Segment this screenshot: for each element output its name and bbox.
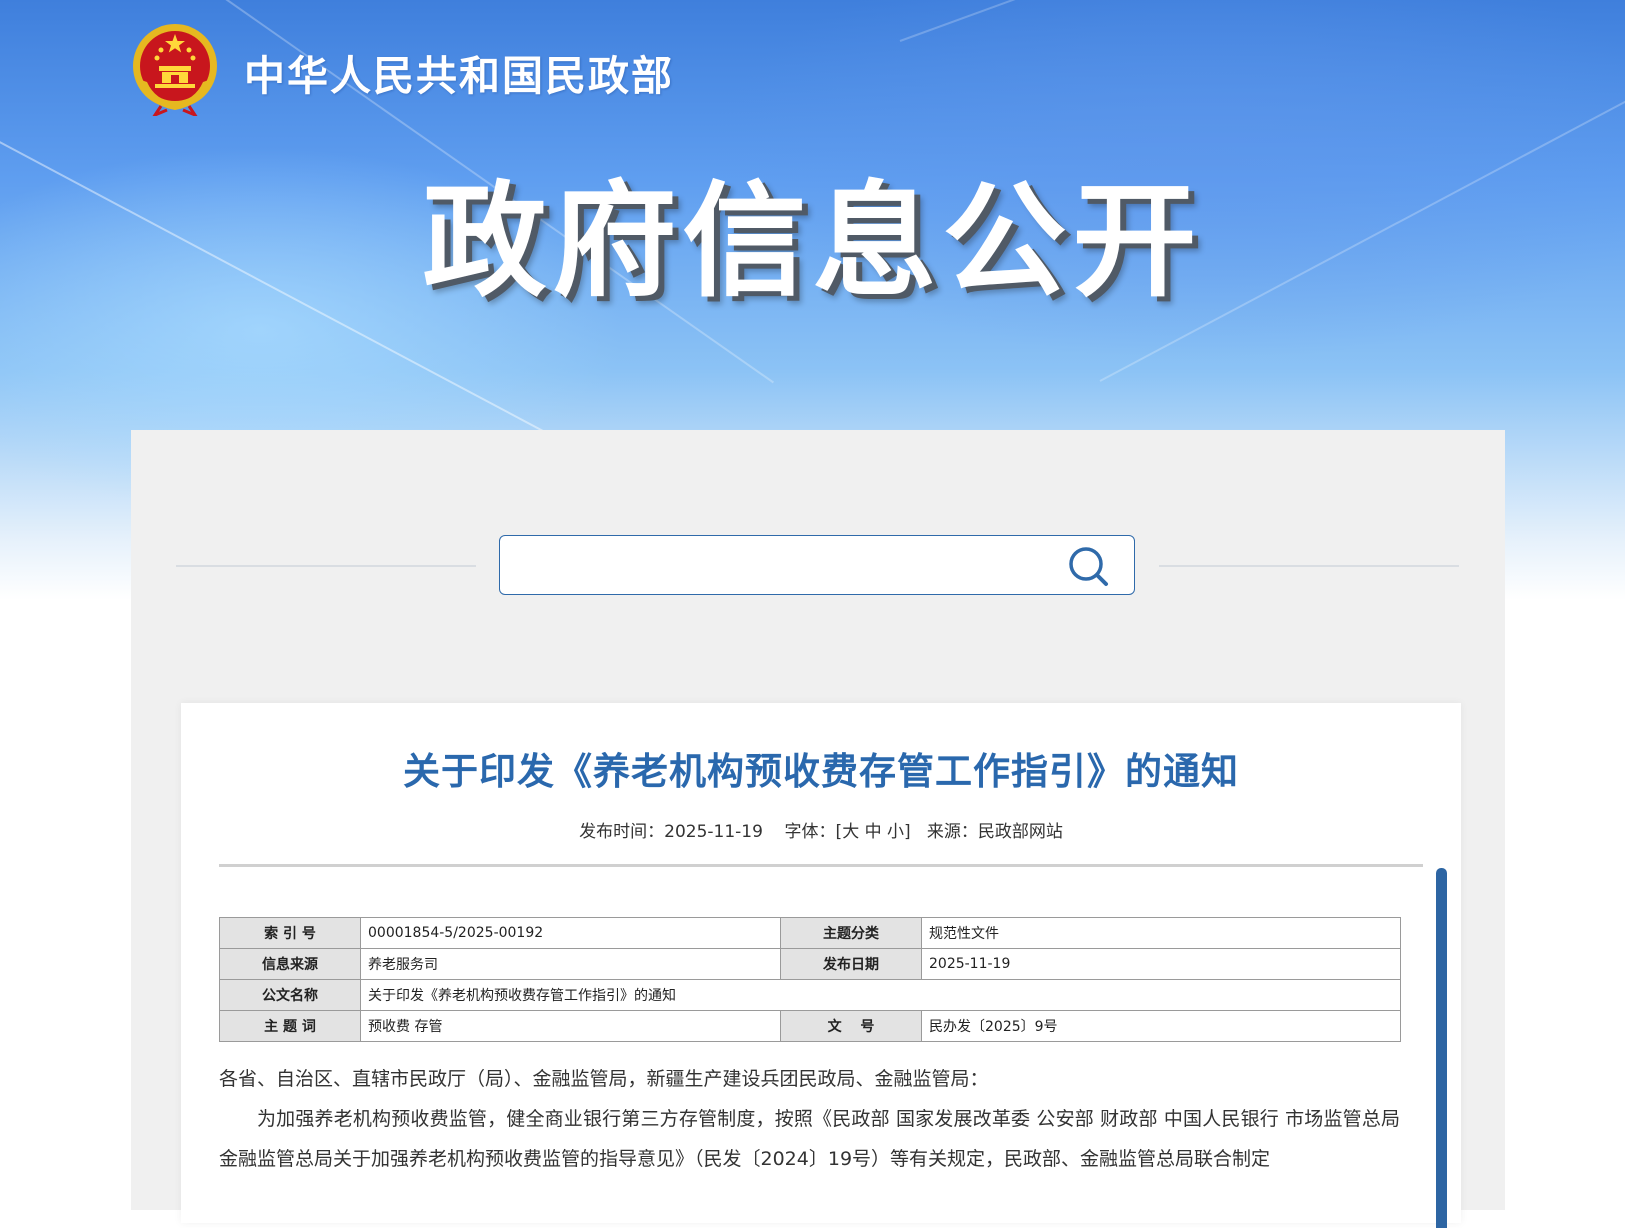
search-divider-right [1159,565,1459,567]
index-number-label: 索 引 号 [219,917,361,949]
search-icon[interactable] [1067,545,1111,589]
scroll-indicator[interactable] [1436,868,1447,1228]
info-source-value: 养老服务司 [360,948,781,980]
search-bar [499,535,1135,595]
document-name-value: 关于印发《养老机构预收费存管工作指引》的通知 [360,979,1401,1011]
article-card: 关于印发《养老机构预收费存管工作指引》的通知 发布时间：2025-11-19 字… [181,703,1461,1228]
search-divider-left [176,565,476,567]
document-name-label: 公文名称 [219,979,361,1011]
info-source-label: 信息来源 [219,948,361,980]
document-number-value: 民办发〔2025〕9号 [921,1010,1401,1042]
font-size-small-button[interactable]: 小 [887,822,904,842]
banner-light-streak [899,0,1625,42]
font-size-medium-button[interactable]: 中 [865,822,882,842]
national-emblem-icon [133,24,217,116]
table-row: 信息来源 养老服务司 发布日期 2025-11-19 [219,948,1401,980]
publish-date-value: 2025-11-19 [921,948,1401,980]
font-size-label: 字体： [784,822,836,842]
table-row: 公文名称 关于印发《养老机构预收费存管工作指引》的通知 [219,979,1401,1011]
font-size-large-button[interactable]: 大 [842,822,859,842]
article-body: 各省、自治区、直辖市民政厅（局）、金融监管局，新疆生产建设兵团民政局、金融监管局… [219,1059,1400,1179]
document-info-table: 索 引 号 00001854-5/2025-00192 主题分类 规范性文件 信… [219,917,1401,1042]
table-row: 主 题 词 预收费 存管 文 号 民办发〔2025〕9号 [219,1010,1401,1042]
body-paragraph: 为加强养老机构预收费监管，健全商业银行第三方存管制度，按照《民政部 国家发展改革… [219,1108,1400,1170]
banner-title: 政府信息公开 [422,170,1203,314]
document-number-label: 文 号 [780,1010,922,1042]
index-number-value: 00001854-5/2025-00192 [360,917,781,949]
font-size-bracket-close: ] [904,822,911,842]
publish-date: 2025-11-19 [664,822,763,842]
salutation: 各省、自治区、直辖市民政厅（局）、金融监管局，新疆生产建设兵团民政局、金融监管局… [219,1068,989,1090]
search-input[interactable] [514,546,1058,586]
source-value: 民政部网站 [977,822,1063,842]
table-row: 索 引 号 00001854-5/2025-00192 主题分类 规范性文件 [219,917,1401,949]
category-label: 主题分类 [780,917,922,949]
keywords-label: 主 题 词 [219,1010,361,1042]
publish-label: 发布时间： [579,822,665,842]
category-value: 规范性文件 [921,917,1401,949]
ministry-name: 中华人民共和国民政部 [244,52,674,100]
publish-date-label: 发布日期 [780,948,922,980]
article-title: 关于印发《养老机构预收费存管工作指引》的通知 [403,750,1239,793]
keywords-value: 预收费 存管 [360,1010,781,1042]
article-meta: 发布时间：2025-11-19 字体：[大 中 小] 来源：民政部网站 [181,817,1461,842]
title-divider [219,864,1423,867]
source-label: 来源： [926,822,978,842]
